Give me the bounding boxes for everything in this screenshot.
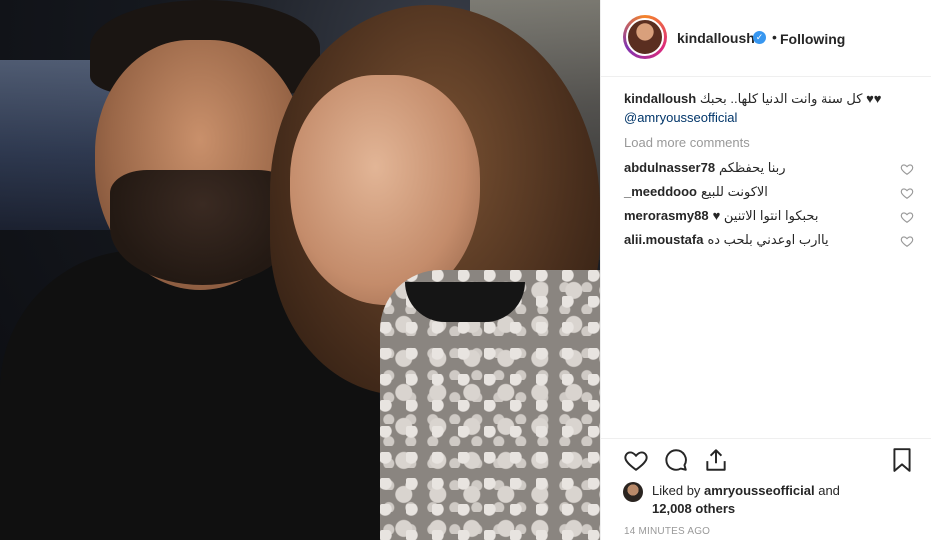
comment-username[interactable]: alii.moustafa (624, 232, 703, 247)
heart-outline-icon[interactable] (900, 162, 914, 176)
comment-item: merorasmy88 ♥ بحبكوا انتوا الاتنين (624, 208, 914, 228)
post-header: kindalloush ✓ • Following (601, 0, 931, 77)
comment-text: ♥ بحبكوا انتوا الاتنين (712, 208, 819, 223)
caption-text: ♥♥ كل سنة وانت الدنيا كلها.. بحبك (699, 91, 882, 106)
comment-text: ياارب اوعدني بلحب ده (707, 232, 829, 247)
comment-text: ربنا يحفظكم (719, 160, 786, 175)
comment-text: الاكونت للبيع (700, 184, 768, 199)
heart-outline-icon[interactable] (623, 447, 649, 473)
liked-by-prefix: Liked by (652, 483, 701, 498)
comment-item: _meeddooo الاكونت للبيع (624, 184, 914, 204)
background-lights (0, 60, 110, 230)
post-author-username[interactable]: kindalloush (677, 30, 755, 46)
comment-username[interactable]: _meeddooo (624, 184, 697, 199)
man-beard (110, 170, 295, 285)
heart-outline-icon[interactable] (900, 210, 914, 224)
post-photo[interactable] (0, 0, 600, 540)
comment-username[interactable]: abdulnasser78 (624, 160, 715, 175)
verified-badge-icon: ✓ (753, 31, 766, 44)
caption-mention-link[interactable]: @amryousseofficial (624, 108, 914, 127)
liker-username[interactable]: amryousseofficial (704, 483, 815, 498)
load-more-comments-button[interactable]: Load more comments (624, 135, 750, 150)
post-action-bar (601, 438, 931, 481)
comment-item: alii.moustafa ياارب اوعدني بلحب ده (624, 232, 914, 252)
likes-others-count[interactable]: 12,008 others (652, 501, 735, 516)
separator-dot: • (772, 29, 777, 45)
share-icon[interactable] (703, 447, 729, 473)
following-button[interactable]: Following (780, 31, 845, 47)
post-timestamp[interactable]: 14 MINUTES AGO (624, 526, 710, 537)
likes-text: Liked by amryousseofficial and 12,008 ot… (652, 482, 840, 518)
comment-item: abdulnasser78 ربنا يحفظكم (624, 160, 914, 180)
speech-bubble-icon[interactable] (663, 447, 689, 473)
profile-avatar[interactable] (623, 15, 667, 59)
post-side-panel: kindalloush ✓ • Following kindalloush ♥♥… (600, 0, 931, 540)
liker-avatar[interactable] (623, 482, 643, 502)
avatar-image (626, 18, 664, 56)
heart-outline-icon[interactable] (900, 186, 914, 200)
likes-and: and (818, 483, 840, 498)
bookmark-icon[interactable] (889, 447, 915, 473)
post-caption: kindalloush ♥♥ كل سنة وانت الدنيا كلها..… (624, 89, 914, 127)
comment-username[interactable]: merorasmy88 (624, 208, 709, 223)
caption-username[interactable]: kindalloush (624, 91, 696, 106)
heart-outline-icon[interactable] (900, 234, 914, 248)
